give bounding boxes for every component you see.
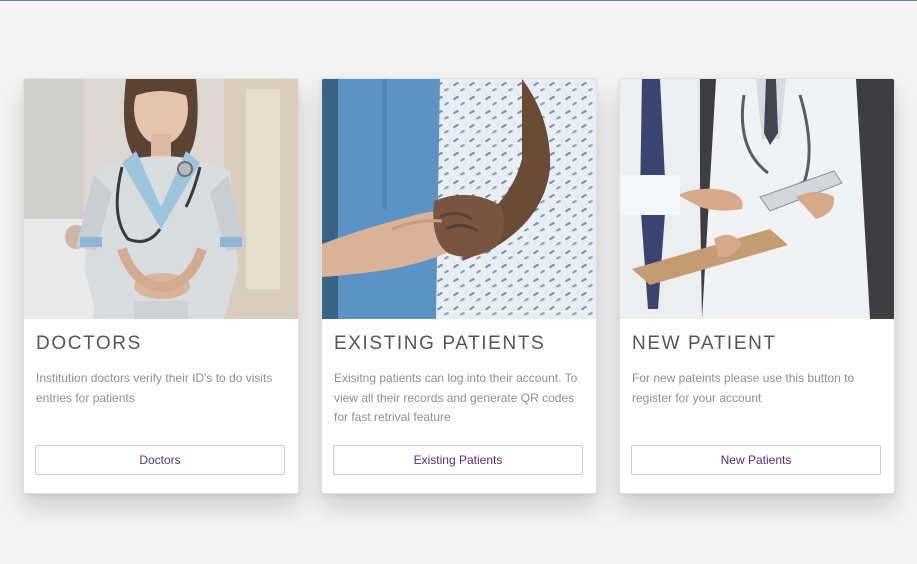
new-patient-card-image <box>620 79 894 319</box>
top-border-line <box>0 0 917 1</box>
new-patient-card-title: NEW PATIENT <box>632 333 777 354</box>
existing-patients-card-image <box>322 79 596 319</box>
doctors-card-description: Institution doctors verify their ID's to… <box>36 371 273 405</box>
existing-patients-button[interactable]: Existing Patients <box>333 445 583 475</box>
existing-patients-card: EXISTING PATIENTS Exisitng patients can … <box>321 78 597 494</box>
new-patient-card: NEW PATIENT For new pateints please use … <box>619 78 895 494</box>
doctors-card-title: DOCTORS <box>36 333 142 354</box>
new-patients-button[interactable]: New Patients <box>631 445 881 475</box>
doctors-card-image <box>24 79 298 319</box>
doctors-button[interactable]: Doctors <box>35 445 285 475</box>
doctors-card: DOCTORS Institution doctors verify their… <box>23 78 299 494</box>
existing-patients-card-title: EXISTING PATIENTS <box>334 333 546 354</box>
existing-patients-card-description: Exisitng patients can log into their acc… <box>334 371 578 424</box>
new-patient-card-description: For new pateints please use this button … <box>632 371 855 405</box>
